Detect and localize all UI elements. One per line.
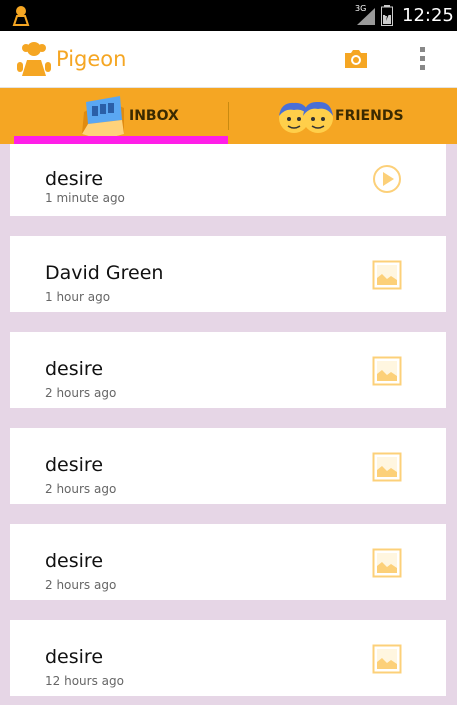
image-icon[interactable] [372,260,402,290]
image-icon[interactable] [372,356,402,386]
message-time: 1 hour ago [45,290,111,304]
message-time: 2 hours ago [45,578,117,592]
selected-tab-indicator [14,136,228,144]
inbox-icon [82,96,124,140]
signal-icon [357,8,375,25]
message-sender: desire [45,646,104,668]
clock: 12:25 [402,5,454,26]
play-icon[interactable] [372,164,402,194]
message-list: desire 1 minute ago David Green 1 hour a… [10,144,446,705]
action-bar: Pigeon [0,31,457,88]
message-row[interactable]: desire 2 hours ago [10,428,446,504]
image-icon[interactable] [372,548,402,578]
tab-inbox-label: INBOX [129,108,179,124]
message-time: 12 hours ago [45,674,124,688]
app-notification-icon [12,6,30,26]
tab-friends[interactable]: FRIENDS [229,88,457,144]
friends-icon [279,101,333,133]
message-time: 2 hours ago [45,386,117,400]
message-sender: desire [45,550,104,572]
message-sender: desire [45,454,104,476]
message-sender: desire [45,168,104,190]
message-row[interactable]: desire 1 minute ago [10,144,446,216]
status-bar: 3G 12:25 [0,0,457,31]
pigeon-logo-icon [17,42,51,76]
message-row[interactable]: desire 2 hours ago [10,332,446,408]
message-time: 2 hours ago [45,482,117,496]
image-icon[interactable] [372,644,402,674]
tab-friends-label: FRIENDS [335,108,404,124]
message-row[interactable]: David Green 1 hour ago [10,236,446,312]
message-sender: David Green [45,262,164,284]
tab-bar: INBOX FRIENDS [0,88,457,144]
message-row[interactable]: desire 2 hours ago [10,524,446,600]
overflow-menu-icon[interactable] [414,45,432,73]
message-row[interactable]: desire 12 hours ago [10,620,446,696]
message-sender: desire [45,358,104,380]
image-icon[interactable] [372,452,402,482]
camera-icon[interactable] [342,47,370,71]
app-title: Pigeon [56,47,127,71]
message-time: 1 minute ago [45,191,125,205]
battery-icon [381,5,393,26]
